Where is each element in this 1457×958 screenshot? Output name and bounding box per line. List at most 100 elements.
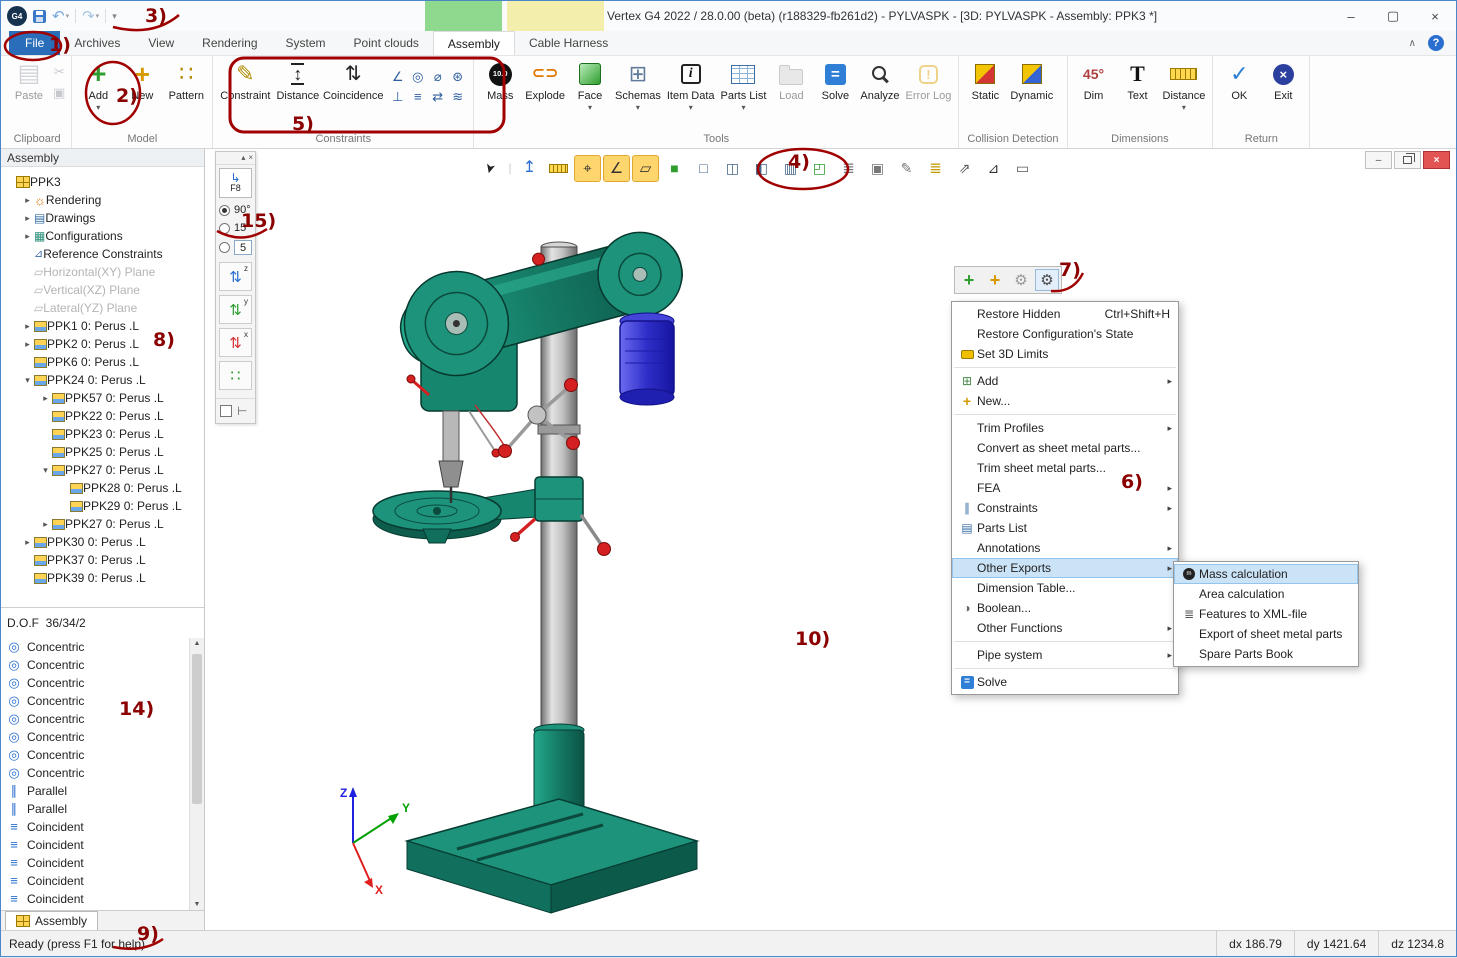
- tree-item-ppk25-0-perus-l[interactable]: PPK25 0: Perus .L: [1, 443, 204, 461]
- symmetric-constraint-button[interactable]: ⇄: [428, 87, 447, 106]
- dof-item-concentric[interactable]: ◎Concentric: [1, 692, 189, 710]
- face-button[interactable]: Face▾: [568, 57, 612, 123]
- add-component-icon[interactable]: ■: [661, 155, 688, 182]
- app-logo-icon[interactable]: G4: [7, 6, 27, 26]
- tree-item-ppk30-0-perus-l[interactable]: ▸PPK30 0: Perus .L: [1, 533, 204, 551]
- dof-item-coincident[interactable]: ≡Coincident: [1, 854, 189, 872]
- angle-constraint-button[interactable]: ∠: [388, 67, 407, 86]
- help-button[interactable]: ?: [1428, 35, 1444, 51]
- move-component-icon[interactable]: ↥: [516, 155, 543, 182]
- menu-item-mass-calculation[interactable]: mMass calculation: [1174, 564, 1358, 584]
- menu-item-annotations[interactable]: Annotations▸: [952, 538, 1178, 558]
- exit-button[interactable]: ×Exit: [1261, 57, 1305, 123]
- add-button[interactable]: +Add▾: [76, 57, 120, 123]
- save-button[interactable]: [33, 10, 46, 23]
- text-button[interactable]: TText: [1116, 57, 1160, 123]
- menu-item-new[interactable]: +New...: [952, 391, 1178, 411]
- menu-item-dimension-table[interactable]: Dimension Table...: [952, 578, 1178, 598]
- parts-list-button[interactable]: Parts List▾: [718, 57, 770, 123]
- ucs-icon[interactable]: ⊿: [980, 155, 1007, 182]
- tab-point-clouds[interactable]: Point clouds: [340, 31, 433, 55]
- dim-button[interactable]: 45°Dim: [1072, 57, 1116, 123]
- tree-expander-icon[interactable]: ▸: [39, 519, 52, 530]
- document-restore-button[interactable]: [1394, 151, 1421, 169]
- tangent-constraint-button[interactable]: ⌀: [428, 67, 447, 86]
- snap-face-icon[interactable]: ▱: [632, 155, 659, 182]
- maximize-button[interactable]: ▢: [1372, 2, 1414, 31]
- tree-item-ppk57-0-perus-l[interactable]: ▸PPK57 0: Perus .L: [1, 389, 204, 407]
- tab-archives[interactable]: Archives: [60, 31, 134, 55]
- dof-item-concentric[interactable]: ◎Concentric: [1, 728, 189, 746]
- qat-customize-button[interactable]: ▾: [112, 11, 117, 22]
- tree-item-vertical-xz-plane[interactable]: ▱Vertical(XZ) Plane: [1, 281, 204, 299]
- notes-icon[interactable]: ≣: [835, 155, 862, 182]
- fix-constraint-button[interactable]: ⊛: [448, 67, 467, 86]
- parallel-constraint-button[interactable]: ≡: [408, 87, 427, 106]
- tree-item-ppk27-0-perus-l[interactable]: ▾PPK27 0: Perus .L: [1, 461, 204, 479]
- menu-item-other-exports[interactable]: Other Exports▸: [952, 558, 1178, 578]
- coincidence-button[interactable]: ⇅Coincidence: [322, 57, 384, 123]
- dof-item-coincident[interactable]: ≡Coincident: [1, 890, 189, 908]
- menu-item-add[interactable]: ⊞Add▸: [952, 371, 1178, 391]
- sheet-set-icon[interactable]: ≣: [922, 155, 949, 182]
- new-mini-button[interactable]: +: [983, 269, 1007, 291]
- tree-expander-icon[interactable]: ▸: [21, 195, 34, 206]
- snap-vertex-icon[interactable]: ⌖: [574, 155, 601, 182]
- tree-item-ppk1-0-perus-l[interactable]: ▸PPK1 0: Perus .L: [1, 317, 204, 335]
- tab-assembly[interactable]: Assembly: [433, 31, 515, 55]
- tree-item-horizontal-xy-plane[interactable]: ▱Horizontal(XY) Plane: [1, 263, 204, 281]
- dof-item-coincident[interactable]: ≡Coincident: [1, 872, 189, 890]
- concentric-constraint-button[interactable]: ◎: [408, 67, 427, 86]
- tree-item-ppk28-0-perus-l[interactable]: PPK28 0: Perus .L: [1, 479, 204, 497]
- move-x-button[interactable]: ⇅x: [219, 328, 252, 357]
- constraint-button[interactable]: ✎Constraint: [217, 57, 273, 123]
- measure-icon[interactable]: [545, 155, 572, 182]
- tree-item-ppk37-0-perus-l[interactable]: PPK37 0: Perus .L: [1, 551, 204, 569]
- document-close-button[interactable]: ×: [1423, 151, 1450, 169]
- copy-doc-button[interactable]: ▣: [53, 86, 65, 99]
- sketch-icon[interactable]: ✎: [893, 155, 920, 182]
- menu-item-restore-hidden[interactable]: Restore HiddenCtrl+Shift+H: [952, 304, 1178, 324]
- tab-rendering[interactable]: Rendering: [188, 31, 271, 55]
- tree-item-ppk24-0-perus-l[interactable]: ▾PPK24 0: Perus .L: [1, 371, 204, 389]
- angle-15-option[interactable]: 15°: [216, 219, 255, 237]
- tree-item-reference-constraints[interactable]: ⊿Reference Constraints: [1, 245, 204, 263]
- new-button[interactable]: +New: [120, 57, 164, 123]
- perpendicular-constraint-button[interactable]: ⊥: [388, 87, 407, 106]
- ribbon-collapse-icon[interactable]: ∧: [1409, 38, 1416, 49]
- explode-button[interactable]: ⊂⊃Explode: [522, 57, 568, 123]
- close-button[interactable]: ×: [1414, 2, 1456, 31]
- option-checkbox[interactable]: [220, 405, 232, 417]
- angle-custom-option[interactable]: 5: [216, 237, 255, 258]
- tab-file[interactable]: File: [9, 31, 60, 55]
- tree-expander-icon[interactable]: ▸: [21, 537, 34, 548]
- menu-item-convert-as-sheet-metal-parts[interactable]: Convert as sheet metal parts...: [952, 438, 1178, 458]
- item-data-button[interactable]: iItem Data▾: [664, 57, 718, 123]
- tree-expander-icon[interactable]: ▸: [21, 213, 34, 224]
- copy-icon[interactable]: ▣: [864, 155, 891, 182]
- menu-item-restore-configuration-s-state[interactable]: Restore Configuration's State: [952, 324, 1178, 344]
- menu-item-boolean[interactable]: ◑Boolean...: [952, 598, 1178, 618]
- menu-item-spare-parts-book[interactable]: Spare Parts Book: [1174, 644, 1358, 664]
- minimize-button[interactable]: –: [1330, 2, 1372, 31]
- tree-expander-icon[interactable]: ▾: [39, 465, 52, 476]
- distance-button[interactable]: Distance▾: [1160, 57, 1209, 123]
- tree-item-rendering[interactable]: ▸☼Rendering: [1, 191, 204, 209]
- menu-item-export-of-sheet-metal-parts[interactable]: Export of sheet metal parts: [1174, 624, 1358, 644]
- pattern-button[interactable]: ∷Pattern: [164, 57, 208, 123]
- component-face-icon[interactable]: ◧: [748, 155, 775, 182]
- tab-view[interactable]: View: [134, 31, 188, 55]
- dof-item-coincident[interactable]: ≡Coincident: [1, 836, 189, 854]
- angle-90-option[interactable]: 90°: [216, 201, 255, 219]
- menu-item-trim-profiles[interactable]: Trim Profiles▸: [952, 418, 1178, 438]
- undo-button[interactable]: ↶▾: [52, 9, 69, 24]
- menu-item-other-functions[interactable]: Other Functions▸: [952, 618, 1178, 638]
- scroll-up-icon[interactable]: ▲: [190, 640, 204, 647]
- tree-item-configurations[interactable]: ▸▦Configurations: [1, 227, 204, 245]
- dof-item-concentric[interactable]: ◎Concentric: [1, 710, 189, 728]
- dof-item-concentric[interactable]: ◎Concentric: [1, 656, 189, 674]
- static-button[interactable]: Static: [963, 57, 1007, 123]
- angle-step-input[interactable]: 5: [234, 240, 252, 255]
- component-box-icon[interactable]: ◫: [719, 155, 746, 182]
- snap-edge-icon[interactable]: ∠: [603, 155, 630, 182]
